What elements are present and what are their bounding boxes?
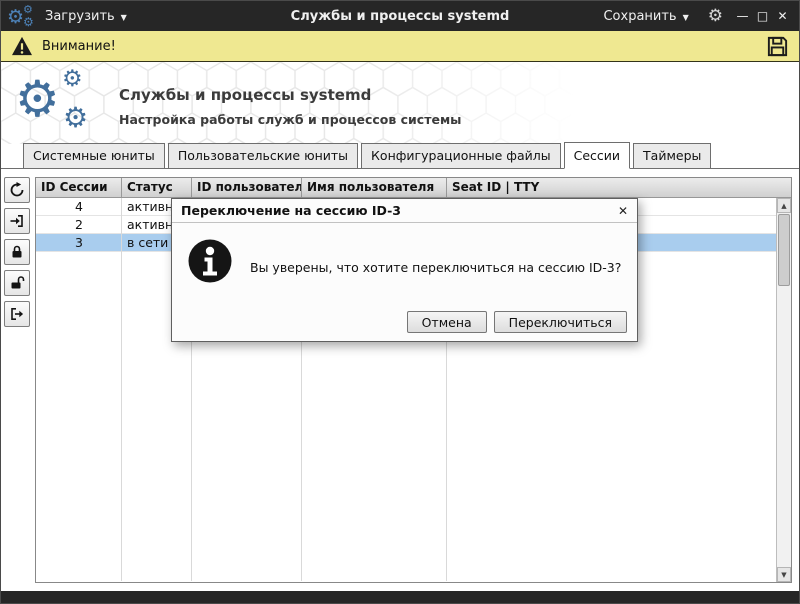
save-file-button[interactable] bbox=[766, 35, 789, 58]
page-title: Службы и процессы systemd bbox=[119, 86, 371, 104]
column-divider bbox=[121, 198, 122, 581]
dialog-body: Вы уверены, что хотите переключиться на … bbox=[172, 223, 637, 342]
column-header-user-name[interactable]: Имя пользователя bbox=[302, 178, 447, 197]
scrollbar-thumb[interactable] bbox=[778, 214, 790, 286]
info-icon bbox=[187, 238, 233, 284]
dialog-message: Вы уверены, что хотите переключиться на … bbox=[250, 260, 621, 275]
minimize-button[interactable]: — bbox=[734, 8, 751, 24]
terminate-session-button[interactable] bbox=[4, 301, 30, 327]
refresh-button[interactable] bbox=[4, 177, 30, 203]
tab-system-units[interactable]: Системные юниты bbox=[23, 143, 165, 169]
status-footer bbox=[1, 591, 799, 603]
titlebar-right-cluster: Сохранить ▼ ⚙ — □ ✕ bbox=[595, 4, 799, 29]
side-toolbar bbox=[4, 177, 32, 332]
app-logo-gears-icon: ⚙ ⚙ ⚙ bbox=[15, 62, 110, 142]
maximize-button[interactable]: □ bbox=[754, 8, 771, 24]
unlock-session-button[interactable] bbox=[4, 270, 30, 296]
dialog-buttons: Отмена Переключиться bbox=[407, 311, 627, 333]
load-menu-label: Загрузить bbox=[45, 9, 115, 24]
column-header-status[interactable]: Статус bbox=[122, 178, 192, 197]
logout-icon bbox=[9, 306, 25, 322]
lock-icon bbox=[9, 244, 25, 260]
switch-session-button[interactable] bbox=[4, 208, 30, 234]
scroll-up-icon[interactable]: ▲ bbox=[777, 198, 791, 213]
unlock-icon bbox=[9, 275, 25, 291]
titlebar: ⚙ ⚙ ⚙ Загрузить ▼ Службы и процессы syst… bbox=[1, 1, 799, 31]
session-table-header: ID Сессии Статус ID пользователя Имя пол… bbox=[36, 178, 791, 198]
dialog-titlebar: Переключение на сессию ID-3 ✕ bbox=[172, 199, 637, 223]
close-button[interactable]: ✕ bbox=[774, 8, 791, 24]
gear-icon: ⚙ bbox=[15, 74, 60, 124]
app-window: ⚙ ⚙ ⚙ Загрузить ▼ Службы и процессы syst… bbox=[0, 0, 800, 604]
confirm-switch-button[interactable]: Переключиться bbox=[494, 311, 627, 333]
refresh-icon bbox=[9, 182, 25, 198]
app-header: ⚙ ⚙ ⚙ Службы и процессы systemd Настройк… bbox=[1, 62, 799, 144]
gear-icon: ⚙ bbox=[23, 4, 33, 15]
gear-icon: ⚙ bbox=[23, 16, 34, 28]
tab-bar: Системные юниты Пользовательские юниты К… bbox=[1, 144, 799, 169]
app-gears-icon: ⚙ ⚙ ⚙ bbox=[7, 3, 37, 29]
tab-user-units[interactable]: Пользовательские юниты bbox=[168, 143, 358, 169]
save-menu-button[interactable]: Сохранить ▼ bbox=[595, 4, 696, 29]
page-subtitle: Настройка работы служб и процессов систе… bbox=[119, 112, 461, 127]
cancel-button[interactable]: Отмена bbox=[407, 311, 487, 333]
dialog-title: Переключение на сессию ID-3 bbox=[181, 203, 401, 218]
dialog-close-icon[interactable]: ✕ bbox=[618, 204, 628, 218]
gear-icon: ⚙ bbox=[62, 68, 83, 91]
chevron-down-icon: ▼ bbox=[683, 13, 689, 22]
window-controls: — □ ✕ bbox=[734, 8, 791, 24]
enter-session-icon bbox=[9, 213, 25, 229]
load-menu-button[interactable]: Загрузить ▼ bbox=[37, 4, 135, 29]
window-title: Службы и процессы systemd bbox=[291, 9, 510, 24]
column-header-seat-tty[interactable]: Seat ID | TTY bbox=[447, 178, 791, 197]
column-header-session-id[interactable]: ID Сессии bbox=[36, 178, 122, 197]
gear-icon: ⚙ bbox=[63, 104, 88, 132]
lock-session-button[interactable] bbox=[4, 239, 30, 265]
warning-label: Внимание! bbox=[42, 39, 116, 54]
tab-sessions[interactable]: Сессии bbox=[564, 142, 630, 169]
cell-session-id: 4 bbox=[36, 199, 122, 214]
tab-config-files[interactable]: Конфигурационные файлы bbox=[361, 143, 561, 169]
gear-icon: ⚙ bbox=[7, 8, 24, 27]
tab-timers[interactable]: Таймеры bbox=[633, 143, 711, 169]
vertical-scrollbar[interactable]: ▲ ▼ bbox=[776, 198, 791, 582]
floppy-disk-icon bbox=[766, 35, 789, 58]
scroll-down-icon[interactable]: ▼ bbox=[777, 567, 791, 582]
column-header-user-id[interactable]: ID пользователя bbox=[192, 178, 302, 197]
cell-session-id: 3 bbox=[36, 235, 122, 250]
cell-session-id: 2 bbox=[36, 217, 122, 232]
chevron-down-icon: ▼ bbox=[121, 13, 127, 22]
save-menu-label: Сохранить bbox=[603, 9, 676, 24]
switch-session-dialog: Переключение на сессию ID-3 ✕ Вы уверены… bbox=[171, 198, 638, 342]
settings-gear-icon[interactable]: ⚙ bbox=[708, 8, 723, 25]
warning-triangle-icon bbox=[11, 36, 33, 56]
warning-bar: Внимание! bbox=[1, 31, 799, 62]
